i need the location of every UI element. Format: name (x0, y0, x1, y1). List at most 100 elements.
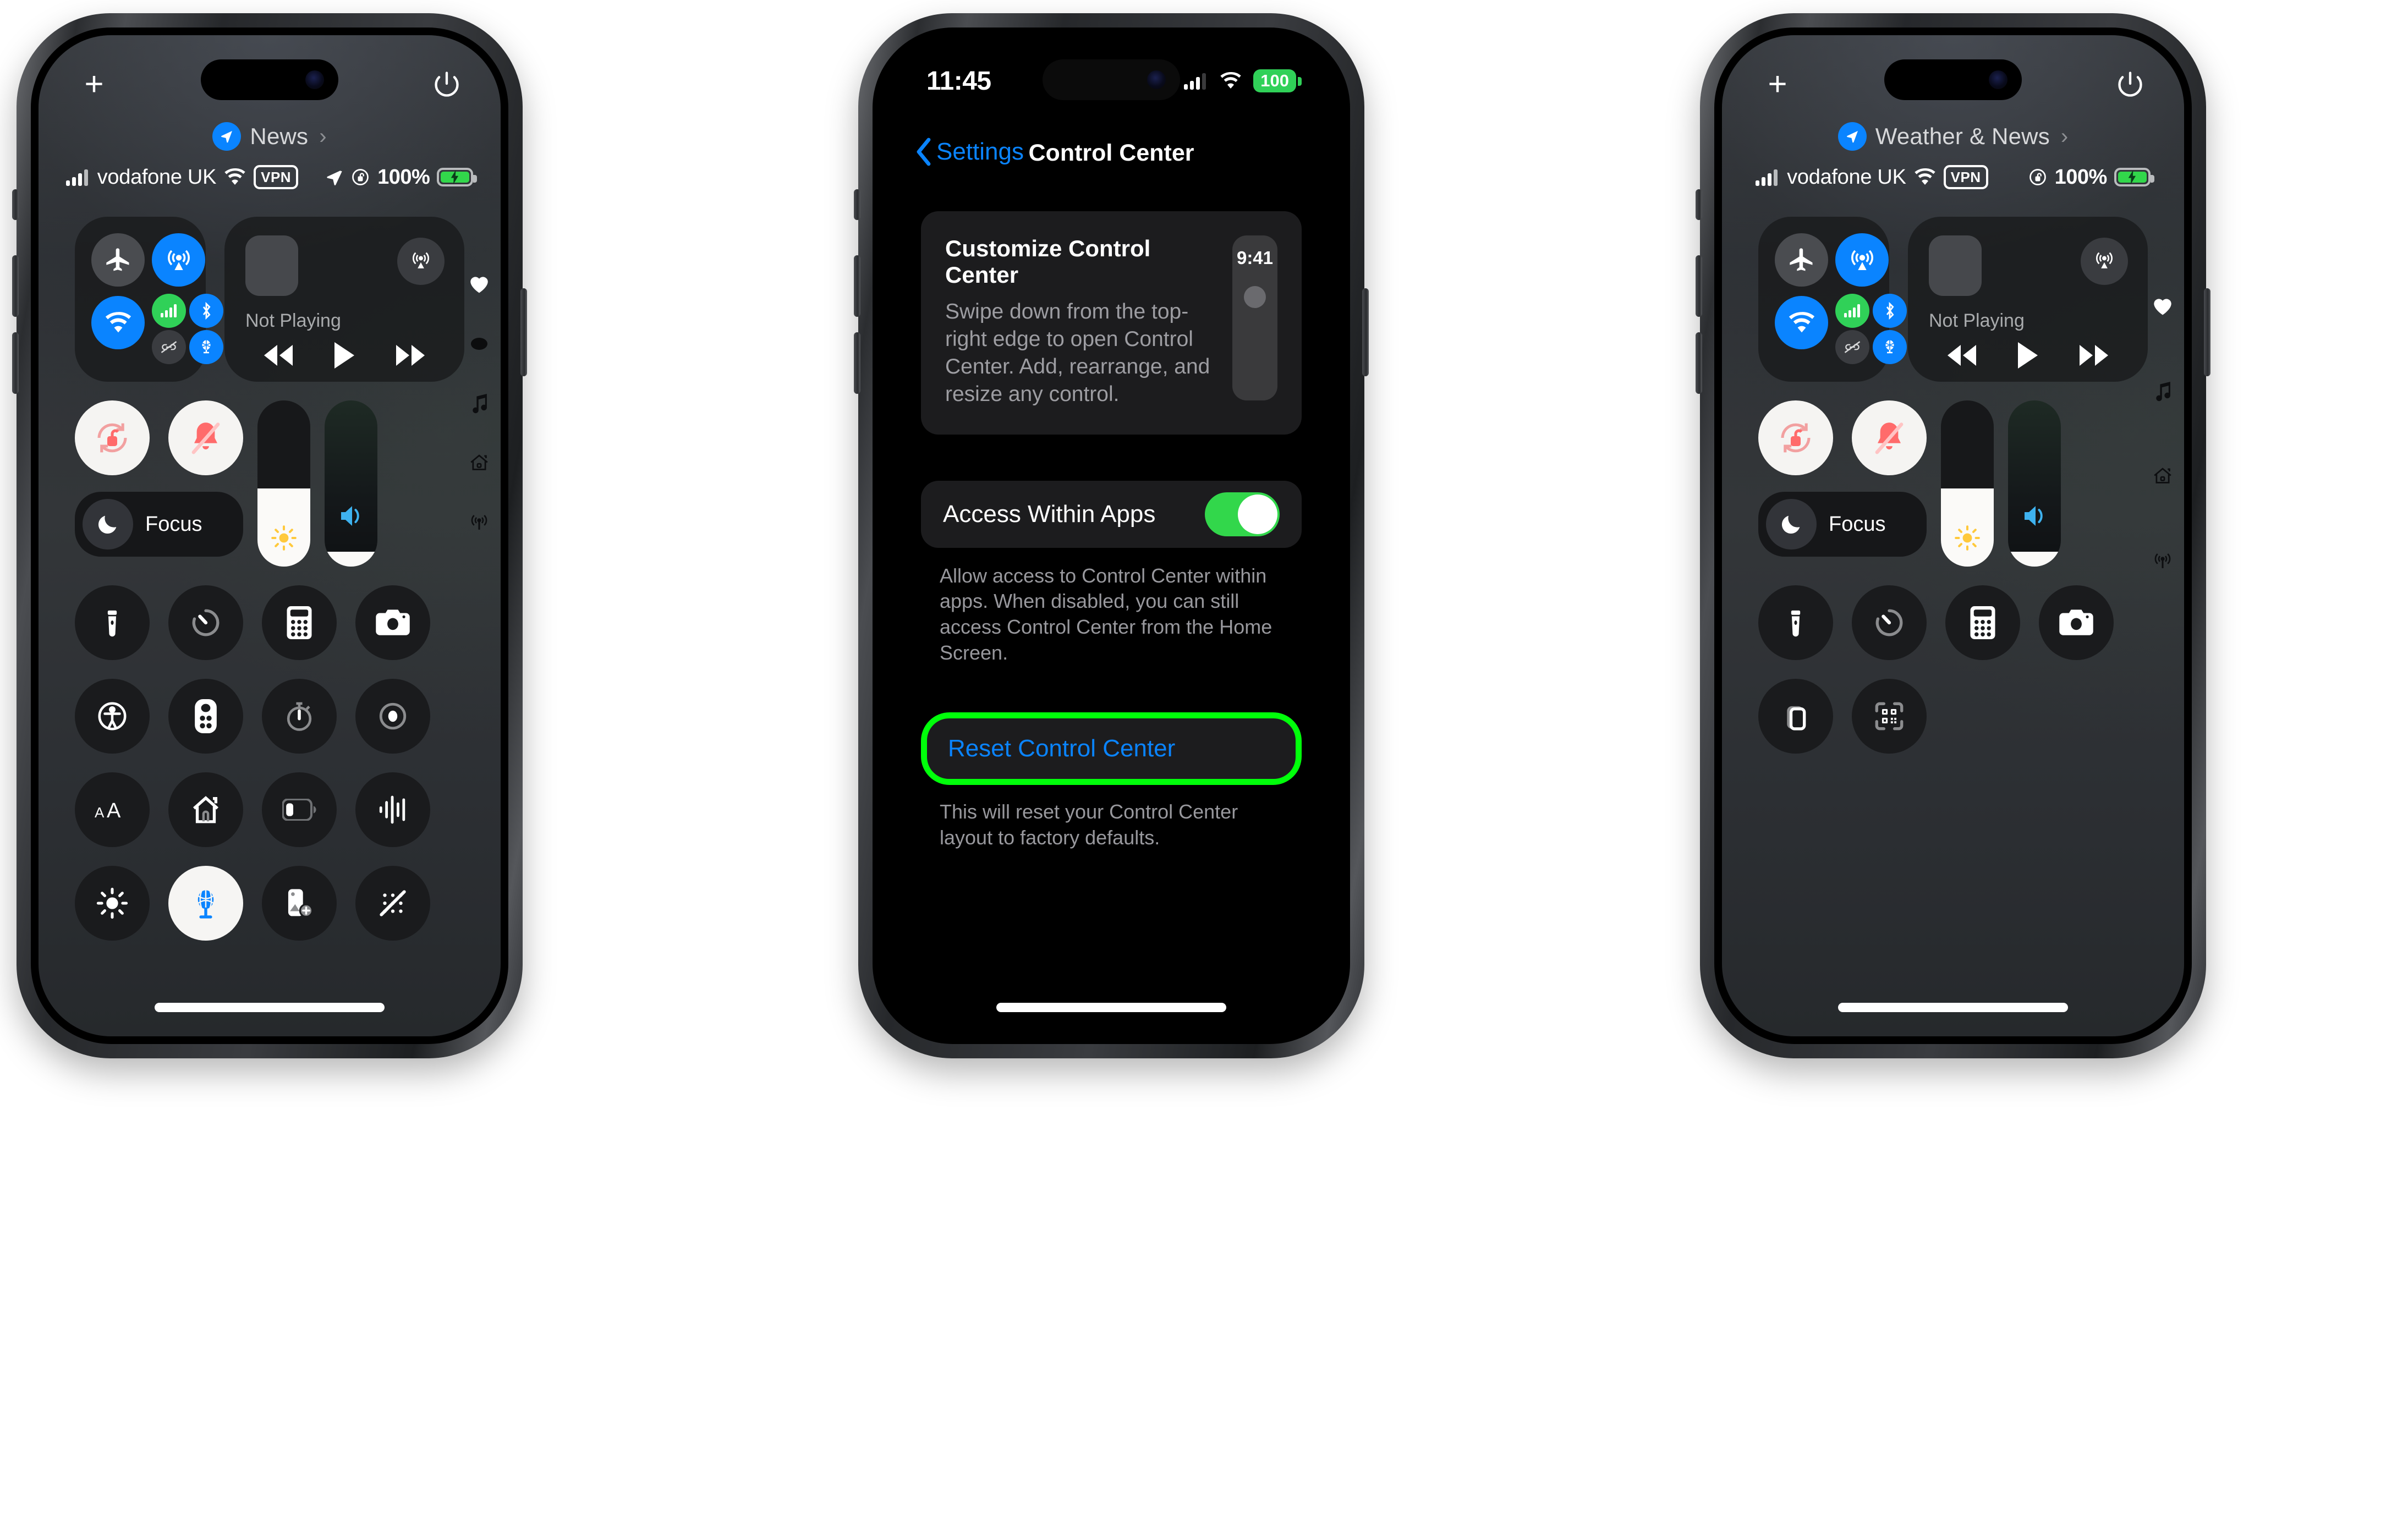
brightness-slider[interactable] (257, 400, 310, 567)
volume-down-button[interactable] (854, 332, 860, 394)
airplane-mode-toggle[interactable] (1775, 233, 1828, 287)
brightness-slider[interactable] (1941, 400, 1994, 567)
silent-mode-toggle[interactable] (1852, 400, 1927, 475)
moon-icon (83, 499, 133, 550)
flashlight-button[interactable] (75, 585, 150, 660)
focus-toggle[interactable]: Focus (75, 492, 243, 557)
reduce-motion-button[interactable] (355, 866, 430, 941)
page-title-right[interactable]: Weather & News › (1722, 122, 2184, 151)
heart-icon[interactable] (2150, 294, 2175, 319)
heart-icon[interactable] (467, 272, 492, 297)
camera-button[interactable] (355, 585, 430, 660)
preview-time-label: 9:41 (1236, 248, 1274, 268)
volume-up-button[interactable] (854, 255, 860, 317)
network-globe-button[interactable] (168, 866, 243, 941)
fast-forward-button[interactable] (395, 344, 426, 367)
airdrop-toggle[interactable] (1835, 233, 1889, 287)
add-control-button[interactable]: + (78, 68, 110, 101)
airplane-mode-toggle[interactable] (91, 233, 145, 287)
wifi-toggle[interactable] (91, 296, 145, 349)
focus-toggle[interactable]: Focus (1758, 492, 1927, 557)
music-note-icon[interactable] (467, 391, 492, 416)
weather-news-badge-icon (1837, 122, 1867, 151)
music-note-icon[interactable] (2150, 378, 2175, 404)
low-power-mode-button[interactable] (262, 772, 337, 847)
volume-slider[interactable] (325, 400, 377, 567)
wifi-toggle[interactable] (1775, 296, 1828, 349)
rewind-button[interactable] (1946, 344, 1977, 367)
power-icon[interactable] (2116, 69, 2144, 98)
mute-switch[interactable] (12, 189, 19, 220)
volume-down-button[interactable] (12, 332, 19, 394)
connectivity-icon[interactable] (467, 509, 492, 535)
airplay-audio-icon[interactable] (2081, 238, 2128, 285)
reset-control-center-button[interactable]: Reset Control Center (927, 718, 1296, 779)
mute-switch[interactable] (854, 189, 860, 220)
accessibility-button[interactable] (75, 679, 150, 754)
play-button[interactable] (332, 341, 356, 370)
rotation-lock-toggle[interactable] (1758, 400, 1833, 475)
airdrop-toggle[interactable] (152, 233, 205, 287)
fast-forward-button[interactable] (2078, 344, 2109, 367)
battery-percent-label: 100% (377, 165, 430, 189)
volume-up-button[interactable] (12, 255, 19, 317)
personal-hotspot-toggle[interactable] (1835, 330, 1869, 364)
side-button[interactable] (1362, 288, 1369, 376)
screenshot-add-button[interactable] (262, 866, 337, 941)
access-within-apps-toggle[interactable] (1205, 492, 1280, 536)
screen-mirroring-button[interactable] (1758, 679, 1833, 754)
power-icon[interactable] (432, 69, 461, 98)
volume-down-button[interactable] (1696, 332, 1702, 394)
stopwatch-button[interactable] (262, 679, 337, 754)
home-indicator[interactable] (996, 1003, 1226, 1012)
brightness-control-button[interactable] (75, 866, 150, 941)
satellite-toggle[interactable] (189, 330, 223, 364)
timer-button[interactable] (1852, 585, 1927, 660)
bluetooth-toggle[interactable] (1873, 294, 1907, 328)
apple-tv-remote-button[interactable] (168, 679, 243, 754)
home-button[interactable] (168, 772, 243, 847)
page-title-left[interactable]: News › (39, 122, 501, 151)
timer-button[interactable] (168, 585, 243, 660)
camera-button[interactable] (2039, 585, 2114, 660)
home-indicator[interactable] (155, 1003, 385, 1012)
personal-hotspot-toggle[interactable] (152, 330, 186, 364)
rotation-lock-toggle[interactable] (75, 400, 150, 475)
volume-up-button[interactable] (1696, 255, 1702, 317)
qr-code-scanner-button[interactable] (1852, 679, 1927, 754)
page-indicators-right[interactable] (2150, 294, 2175, 573)
screenshot-canvas: + News › vodafone UK VPN 100% Not Playin… (0, 0, 2408, 1538)
page-indicators-left[interactable] (467, 272, 492, 535)
now-playing-module[interactable]: Not Playing (1908, 217, 2148, 382)
now-playing-module[interactable]: Not Playing (224, 217, 464, 382)
silent-mode-toggle[interactable] (168, 400, 243, 475)
intro-body: Swipe down from the top-right edge to op… (945, 300, 1210, 406)
satellite-toggle[interactable] (1873, 330, 1907, 364)
calculator-button[interactable] (1945, 585, 2020, 660)
rewind-button[interactable] (263, 344, 294, 367)
side-button[interactable] (520, 288, 527, 376)
access-within-apps-row[interactable]: Access Within Apps (921, 480, 1302, 548)
current-page-dot[interactable] (467, 331, 492, 356)
airplay-audio-icon[interactable] (397, 238, 445, 285)
home-icon[interactable] (2150, 463, 2175, 488)
sound-recognition-button[interactable] (355, 772, 430, 847)
home-icon[interactable] (467, 450, 492, 475)
connectivity-icon[interactable] (2150, 548, 2175, 573)
bluetooth-toggle[interactable] (189, 294, 223, 328)
volume-slider[interactable] (2008, 400, 2061, 567)
connectivity-module[interactable] (1758, 217, 1907, 382)
flashlight-button[interactable] (1758, 585, 1833, 660)
text-size-button[interactable]: AA (75, 772, 150, 847)
home-indicator[interactable] (1838, 1003, 2068, 1012)
cellular-data-toggle[interactable] (1835, 294, 1869, 328)
side-button[interactable] (2204, 288, 2210, 376)
play-button[interactable] (2016, 341, 2040, 370)
wifi-icon (1913, 168, 1937, 186)
voice-memo-record-button[interactable] (355, 679, 430, 754)
mute-switch[interactable] (1696, 189, 1702, 220)
connectivity-module[interactable] (75, 217, 223, 382)
calculator-button[interactable] (262, 585, 337, 660)
add-control-button[interactable]: + (1762, 68, 1793, 101)
cellular-data-toggle[interactable] (152, 294, 186, 328)
